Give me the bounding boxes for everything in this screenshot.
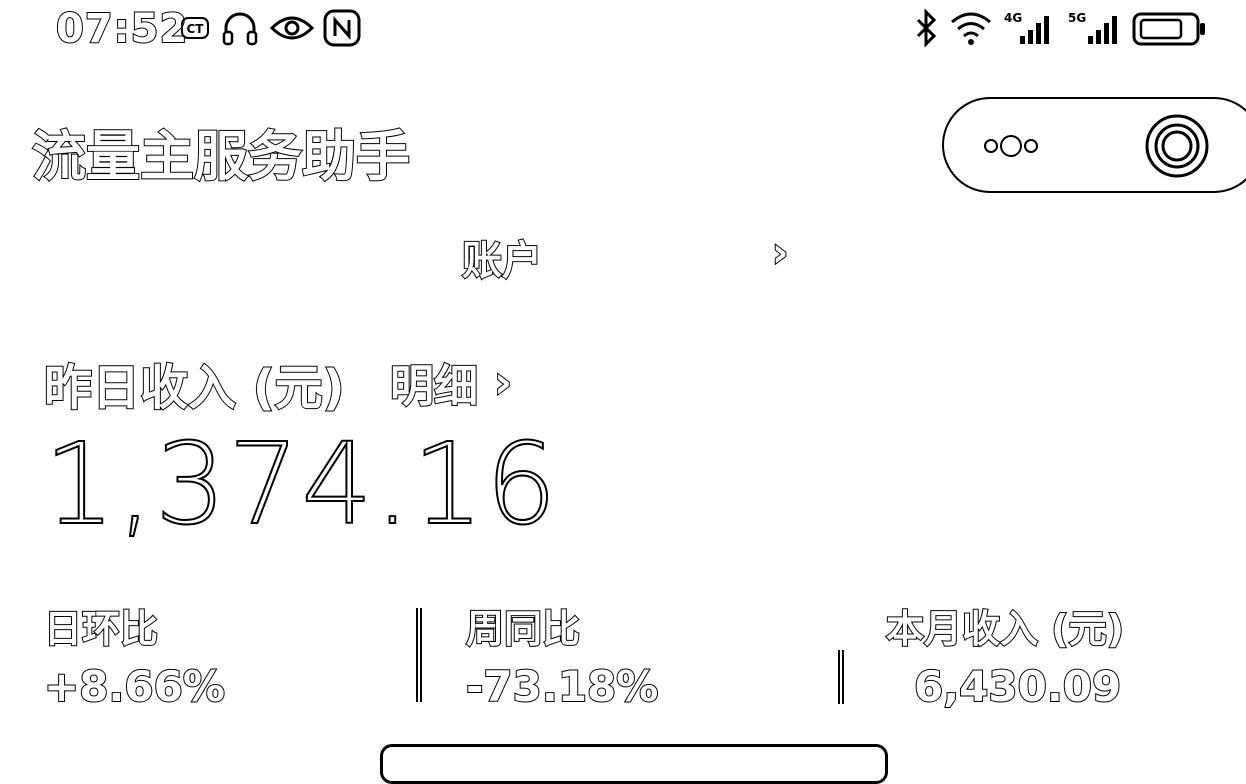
svg-text:4G: 4G <box>1004 11 1022 25</box>
yesterday-income-value: 1,374.16 <box>43 419 559 551</box>
stat-week-over-week-label: 周同比 <box>465 606 581 652</box>
chevron-right-icon: › <box>493 356 513 409</box>
chevron-right-icon[interactable]: › <box>771 229 790 277</box>
menu-capsule <box>942 97 1246 193</box>
bluetooth-icon <box>912 8 942 48</box>
page-title: 流量主服务助手 <box>31 124 411 189</box>
wifi-icon <box>948 10 994 46</box>
svg-text:CT: CT <box>187 22 205 36</box>
headphone-icon <box>220 10 260 46</box>
svg-text:5G: 5G <box>1068 11 1086 25</box>
more-dots-icon[interactable] <box>984 135 1038 157</box>
account-selector[interactable]: 账户 <box>461 228 543 286</box>
stat-day-over-day-value: +8.66% <box>43 661 226 712</box>
stat-month-income-label: 本月收入 (元) <box>885 606 1125 652</box>
eye-icon <box>268 10 316 46</box>
detail-label: 明细 <box>389 360 479 413</box>
bottom-card[interactable] <box>380 744 888 784</box>
stat-week-over-week-value: -73.18% <box>465 661 659 712</box>
signal-4g-icon: 4G <box>1000 10 1056 46</box>
divider <box>838 650 844 704</box>
yesterday-income-label: 昨日收入 (元) <box>43 359 346 417</box>
target-icon[interactable] <box>1144 113 1210 183</box>
account-label: 账户 <box>461 237 543 285</box>
battery-icon <box>1132 10 1208 46</box>
detail-link[interactable]: 明细 › <box>389 350 513 414</box>
signal-5g-icon: 5G <box>1066 10 1126 46</box>
nfc-icon <box>322 9 362 47</box>
divider <box>416 608 422 702</box>
stat-month-income-value: 6,430.09 <box>913 661 1122 712</box>
status-time: 07:52 <box>55 5 189 53</box>
carrier-icon: CT <box>180 10 210 46</box>
stat-day-over-day-label: 日环比 <box>43 606 159 652</box>
